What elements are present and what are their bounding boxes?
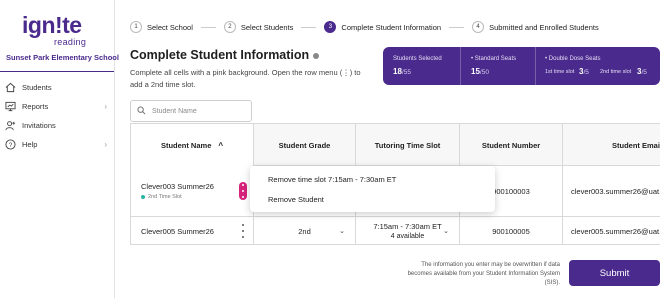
row-menu-button[interactable] (239, 222, 247, 240)
step-connector (200, 26, 216, 28)
second-slot-total: /5 (641, 69, 647, 76)
step-number: 2 (223, 21, 236, 33)
search-input[interactable] (152, 107, 247, 115)
step-connector (449, 26, 465, 28)
second-slot-label: 2nd time slot (600, 69, 632, 75)
column-header-student-name[interactable]: Student Name ^ (131, 124, 254, 166)
submit-button[interactable]: Submit (569, 260, 660, 286)
seats-divider (460, 47, 461, 85)
progress-stepper: 1 Select School 2 Select Students 3 Comp… (130, 19, 599, 35)
search-icon (137, 102, 146, 120)
first-slot-total: /5 (583, 69, 589, 76)
sidebar-item-label: Reports (22, 102, 49, 111)
student-email-cell: clever005.summer26@uat.i (563, 217, 660, 244)
step-number: 4 (472, 21, 485, 33)
sort-ascending-icon[interactable]: ^ (218, 141, 223, 150)
sidebar-nav: Students Reports › Invitations ? Help › (0, 78, 114, 154)
sidebar-item-label: Students (22, 83, 52, 92)
chevron-right-icon: › (104, 102, 107, 111)
student-email-cell: clever003.summer26@uat.i (563, 166, 660, 216)
step-select-students[interactable]: 2 Select Students (223, 21, 294, 33)
students-selected-count: 18 (393, 67, 402, 76)
menu-item-remove-time-slot[interactable]: Remove time slot 7:15am - 7:30am ET (268, 175, 396, 184)
step-submitted-and-enrolled[interactable]: 4 Submitted and Enrolled Students (472, 21, 599, 33)
students-selected-total: /55 (401, 69, 411, 76)
students-selected-value: 18/55 (393, 67, 411, 76)
home-icon (4, 82, 16, 94)
time-slot-availability: 4 available (390, 233, 425, 240)
sidebar-item-help[interactable]: ? Help › (0, 135, 114, 154)
badge-dot (141, 194, 145, 199)
standard-seats-label: • Standard Seats (471, 56, 517, 62)
tutoring-time-slot-select[interactable]: 7:15am - 7:30am ET 4 available ⌄ (356, 217, 460, 244)
sidebar-item-students[interactable]: Students (0, 78, 114, 97)
column-header-student-email[interactable]: Student Email (563, 124, 660, 166)
ignite-logo[interactable]: ign!te reading (22, 12, 92, 47)
standard-seats-count: 15 (471, 67, 480, 76)
seats-divider (535, 47, 536, 85)
student-name-cell: Clever005 Summer26 (131, 217, 254, 244)
standard-seats-total: /50 (479, 69, 489, 76)
step-connector (301, 26, 317, 28)
step-select-school[interactable]: 1 Select School (130, 21, 193, 33)
step-number: 3 (324, 21, 337, 33)
student-name: Clever003 Summer26 (141, 182, 214, 191)
sidebar-item-invitations[interactable]: Invitations (0, 116, 114, 135)
student-search[interactable] (130, 100, 252, 122)
sidebar-item-label: Invitations (22, 121, 56, 130)
double-dose-seats-label: • Double Dose Seats (545, 56, 601, 62)
school-divider (0, 71, 114, 72)
sidebar: ign!te reading Sunset Park Elementary Sc… (0, 0, 119, 298)
reports-icon (4, 101, 16, 113)
add-user-icon (4, 120, 16, 132)
first-slot-value: 3/5 (579, 67, 589, 76)
step-complete-student-information[interactable]: 3 Complete Student Information (324, 21, 441, 33)
column-header-student-grade[interactable]: Student Grade (254, 124, 356, 166)
seats-summary: Students Selected 18/55 • Standard Seats… (383, 47, 660, 85)
chevron-down-icon: ⌄ (443, 228, 449, 235)
step-number: 1 (130, 21, 142, 33)
step-label: Select School (147, 22, 193, 32)
table-row: Clever005 Summer26 2nd ⌄ 7:15am - 7:30am… (131, 217, 660, 244)
step-label: Select Students (240, 22, 294, 32)
second-time-slot-badge: 2nd Time Slot (141, 194, 253, 200)
table-header: Student Name ^ Student Grade Tutoring Ti… (131, 124, 660, 166)
help-icon: ? (4, 139, 16, 151)
standard-seats-value: 15/50 (471, 67, 489, 76)
student-name-cell: Clever003 Summer26 2nd Time Slot (131, 166, 254, 216)
row-context-menu: Remove time slot 7:15am - 7:30am ET Remo… (250, 166, 495, 212)
chevron-right-icon: › (104, 140, 107, 149)
row-menu-button[interactable] (239, 182, 247, 200)
logo-wordmark: ign!te (22, 12, 82, 38)
badge-label: 2nd Time Slot (148, 194, 182, 200)
info-icon[interactable] (313, 52, 320, 59)
step-label: Submitted and Enrolled Students (489, 22, 599, 32)
svg-text:?: ? (8, 142, 12, 149)
students-selected-label: Students Selected (393, 56, 442, 62)
step-label: Complete Student Information (341, 22, 442, 32)
student-name: Clever005 Summer26 (141, 226, 214, 236)
double-dose-seats-label-text: Double Dose Seats (548, 56, 601, 62)
page-title: Complete Student Information (130, 48, 320, 62)
student-grade-select[interactable]: 2nd ⌄ (254, 217, 356, 244)
column-header-tutoring-time-slot[interactable]: Tutoring Time Slot (356, 124, 460, 166)
column-header-label: Student Name (160, 140, 212, 150)
sis-overwrite-note: The information you enter may be overwri… (407, 262, 560, 286)
student-number-cell: 900100005 (460, 217, 563, 244)
second-slot-value: 3/5 (637, 67, 647, 76)
school-name: Sunset Park Elementary School (6, 53, 119, 62)
page-subtitle: Complete all cells with a pink backgroun… (130, 68, 361, 89)
standard-seats-label-text: Standard Seats (474, 56, 517, 62)
logo-subtitle: reading (54, 37, 87, 47)
first-slot-label: 1st time slot (545, 69, 575, 75)
grade-value: 2nd (298, 226, 311, 236)
page-title-text: Complete Student Information (130, 48, 310, 62)
column-header-student-number[interactable]: Student Number (460, 124, 563, 166)
time-slot-value: 7:15am - 7:30am ET (373, 222, 442, 231)
chevron-down-icon: ⌄ (339, 228, 345, 235)
sidebar-item-label: Help (22, 140, 38, 149)
sidebar-item-reports[interactable]: Reports › (0, 97, 114, 116)
menu-item-remove-student[interactable]: Remove Student (268, 195, 324, 204)
